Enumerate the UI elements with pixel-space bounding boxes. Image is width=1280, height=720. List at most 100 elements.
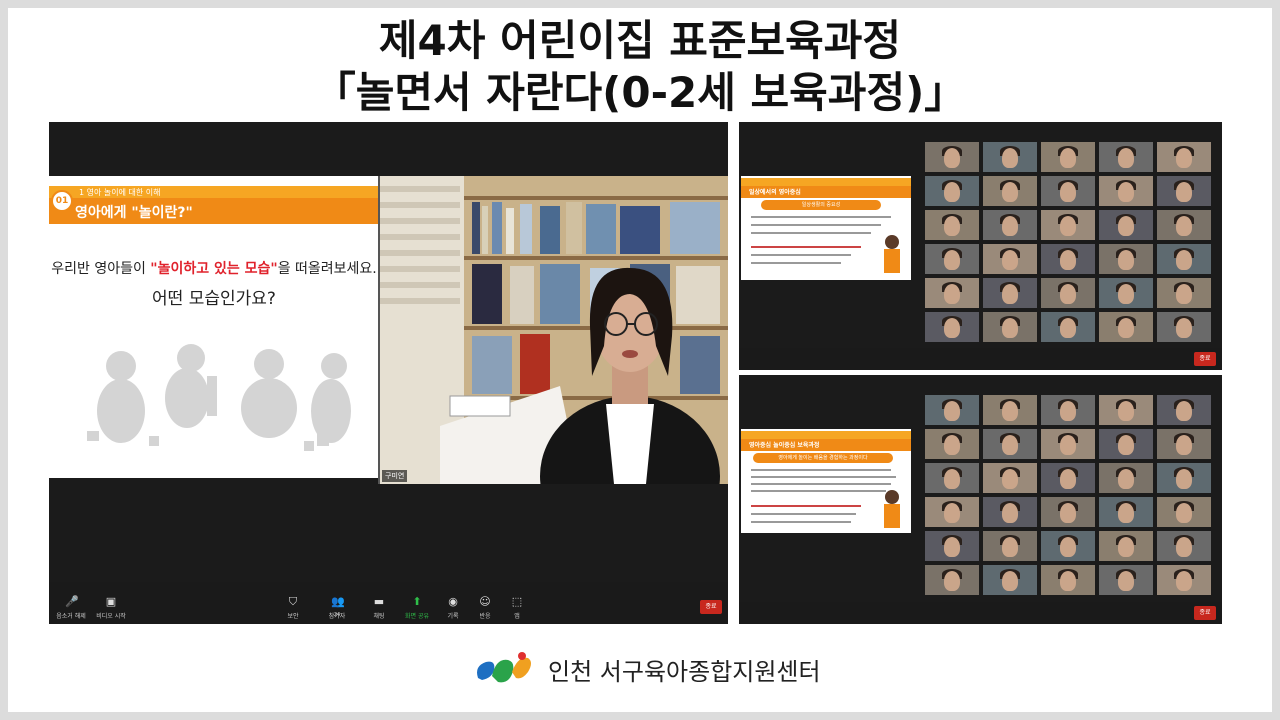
participant-tile — [1157, 142, 1211, 172]
participant-tile — [983, 210, 1037, 240]
participant-face — [944, 469, 960, 489]
end-meeting-button-top[interactable]: 종료 — [1194, 352, 1216, 366]
participant-face — [944, 435, 960, 455]
participant-face — [1060, 537, 1076, 557]
participant-face — [1060, 318, 1076, 338]
participant-face — [1176, 148, 1192, 168]
participant-tile — [1099, 429, 1153, 459]
participant-face — [1002, 401, 1018, 421]
participant-tile — [1157, 176, 1211, 206]
record-icon: ◉ — [448, 595, 458, 608]
mute-button[interactable]: 🎤 음소거 해제 — [51, 596, 91, 620]
speaker-webcam: 구미연 — [378, 176, 728, 484]
participant-tile — [1157, 312, 1211, 342]
participant-tile — [925, 565, 979, 595]
participant-tile — [1099, 312, 1153, 342]
participant-tile — [1099, 210, 1153, 240]
participant-tile — [925, 142, 979, 172]
apps-icon: ⬚ — [511, 595, 523, 608]
participant-face — [1002, 571, 1018, 591]
chat-button[interactable]: ▬ 채팅 — [359, 596, 399, 620]
participant-tile — [1041, 497, 1095, 527]
participant-face — [1002, 503, 1018, 523]
participant-face — [1118, 537, 1134, 557]
participant-face — [1002, 435, 1018, 455]
participant-tile — [983, 497, 1037, 527]
participant-tile — [983, 531, 1037, 561]
participant-face — [1060, 571, 1076, 591]
participant-face — [1176, 216, 1192, 236]
participant-tile — [1099, 531, 1153, 561]
participant-tile — [1157, 565, 1211, 595]
video-button[interactable]: ▣ 비디오 시작 — [91, 596, 131, 620]
participant-tile — [925, 531, 979, 561]
teacher-illustration — [884, 235, 900, 273]
mini-slide-title-bottom: 영아중심 놀이중심 보육과정 — [749, 442, 820, 449]
mini-shared-slide-bottom: 영아중심 놀이중심 보육과정 영아에게 놀이는 배움을 경험하는 과정이다 — [741, 429, 911, 533]
end-meeting-button[interactable]: 종료 — [700, 600, 722, 614]
participant-face — [1176, 250, 1192, 270]
participant-face — [1002, 318, 1018, 338]
participant-tile — [1157, 531, 1211, 561]
participant-face — [944, 182, 960, 202]
participants-icon: 👥24 — [331, 595, 345, 618]
participant-face — [1002, 537, 1018, 557]
participant-face — [944, 571, 960, 591]
participant-tile — [1041, 395, 1095, 425]
participant-face — [1002, 216, 1018, 236]
participant-tile — [925, 244, 979, 274]
participant-face — [944, 537, 960, 557]
participant-tile — [1099, 278, 1153, 308]
participant-tile — [1099, 463, 1153, 493]
participant-face — [1060, 469, 1076, 489]
participant-face — [1176, 469, 1192, 489]
mini-slide-title: 일상에서의 영아중심 — [749, 189, 801, 196]
question-line1: 우리반 영아들이 "놀이하고 있는 모습"을 떠올려보세요. — [51, 261, 377, 277]
participant-face — [944, 216, 960, 236]
slide-title-line1: 제4차 어린이집 표준보육과정 — [378, 16, 902, 65]
participant-tile — [1041, 176, 1095, 206]
participant-face — [944, 503, 960, 523]
apps-button[interactable]: ⬚ 앱 — [497, 596, 537, 620]
participant-face — [944, 401, 960, 421]
participant-face — [1176, 571, 1192, 591]
participant-tile — [983, 278, 1037, 308]
participant-face — [1118, 318, 1134, 338]
participant-tile — [1099, 395, 1153, 425]
shared-slide: 01 1 영아 놀이에 대한 이해 영아에게 "놀이란?" 우리반 영아들이 "… — [49, 176, 379, 478]
participant-face — [1002, 284, 1018, 304]
participant-tile — [983, 244, 1037, 274]
security-button[interactable]: ⛉ 보안 — [273, 596, 313, 620]
participant-tile — [1099, 142, 1153, 172]
participant-tile — [1041, 278, 1095, 308]
participant-tile — [1157, 463, 1211, 493]
participant-tile — [1157, 278, 1211, 308]
participant-face — [1060, 284, 1076, 304]
participant-face — [1118, 469, 1134, 489]
participant-face — [1118, 503, 1134, 523]
question-highlight: "놀이하고 있는 모습" — [150, 261, 278, 277]
participant-tile — [1041, 531, 1095, 561]
participant-tile — [925, 497, 979, 527]
participant-tile — [925, 210, 979, 240]
teacher-illustration-bottom — [884, 490, 900, 528]
participant-tile — [925, 312, 979, 342]
participant-face — [1060, 216, 1076, 236]
participant-face — [1118, 401, 1134, 421]
participant-tile — [1041, 565, 1095, 595]
participant-face — [1176, 284, 1192, 304]
zoom-toolbar-bottom: 종료 — [739, 602, 1222, 624]
participants-button[interactable]: 👥24 참가자 — [317, 596, 357, 620]
participant-face — [1118, 284, 1134, 304]
participant-tile — [983, 565, 1037, 595]
participant-tile — [1041, 429, 1095, 459]
participant-face — [1060, 250, 1076, 270]
participant-tile — [1157, 497, 1211, 527]
participant-face — [944, 318, 960, 338]
participant-face — [1060, 148, 1076, 168]
mini-shared-slide-top: 일상에서의 영아중심 일상생활의 중요성 — [741, 176, 911, 280]
smiley-icon: ☺ — [479, 595, 491, 608]
share-screen-button[interactable]: ⬆ 화면 공유 — [397, 596, 437, 620]
participant-tile — [983, 142, 1037, 172]
end-meeting-button-bottom[interactable]: 종료 — [1194, 606, 1216, 620]
